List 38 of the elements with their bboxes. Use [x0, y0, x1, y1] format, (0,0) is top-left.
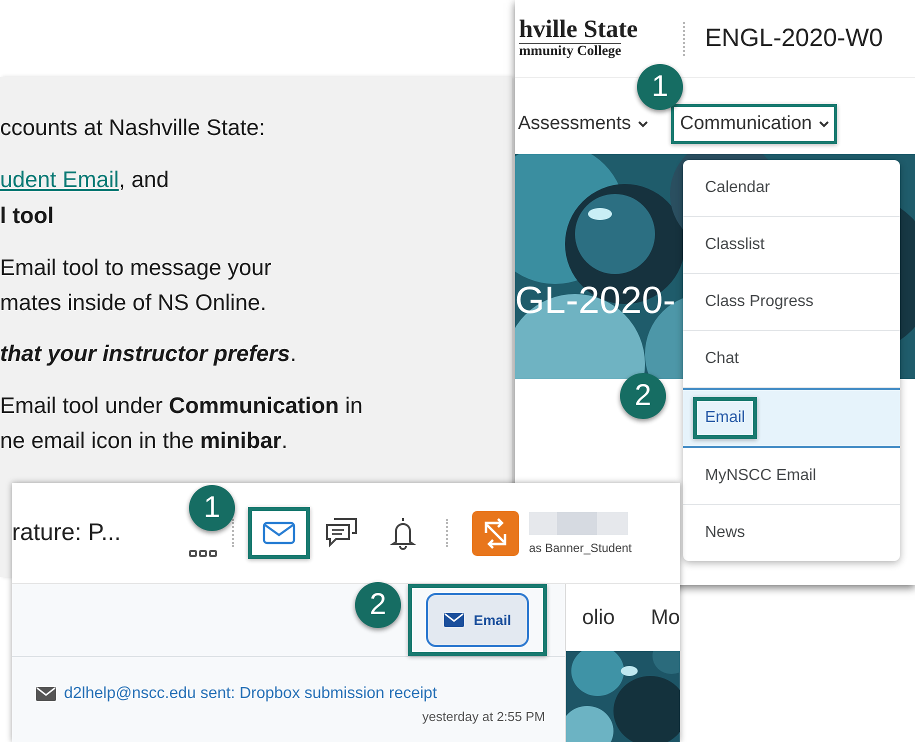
student-email-link[interactable]: udent Email	[0, 167, 119, 192]
course-title: rature: P...	[12, 519, 122, 547]
nav-tab[interactable]: Mo	[650, 606, 680, 630]
instruction-text: ccounts at Nashville State:	[0, 114, 266, 142]
menu-item[interactable]: Class Progress	[683, 274, 900, 331]
notification-link[interactable]: d2lhelp@nscc.edu sent: Dropbox submission receipt	[64, 685, 437, 703]
instruction-text: ne email icon in the minibar.	[0, 427, 289, 455]
instruction-text: .	[290, 341, 296, 366]
envelope-icon	[36, 687, 56, 701]
nav-menu-item[interactable]: Assessments	[515, 113, 653, 135]
nav-tab[interactable]: olio	[582, 606, 615, 630]
grid-icon[interactable]	[188, 548, 218, 558]
notification-time: yesterday at 2:55 PM	[421, 709, 546, 724]
banner-title: GL-2020-	[515, 282, 676, 320]
instruction-text: l tool	[0, 202, 55, 230]
menu-item[interactable]: News	[683, 505, 900, 561]
instruction-emphasis: that your instructor prefers	[0, 341, 290, 366]
step-badge: 1	[189, 485, 235, 531]
chevron-icon	[818, 120, 830, 128]
instruction-text: Email tool under Communication in	[0, 392, 364, 420]
menu-item[interactable]: Email	[683, 388, 900, 448]
menu-item[interactable]: Classlist	[683, 217, 900, 274]
envelope-icon	[444, 613, 464, 627]
step-badge: 2	[620, 373, 666, 419]
instruction-text: mates inside of NS Online.	[0, 289, 268, 317]
email-button[interactable]: Email	[426, 593, 530, 647]
chevron-icon	[636, 120, 649, 128]
college-logo: hville State mmunity College	[518, 18, 639, 60]
user-role: as Banner_Student	[529, 540, 632, 554]
instruction-text: Email tool to message your	[0, 254, 272, 282]
instruction-text: , and	[118, 167, 169, 192]
nav-menu-item[interactable]: Communication	[670, 104, 837, 144]
course-title: ENGL-2020-W0	[705, 24, 883, 53]
menu-item[interactable]: Calendar	[683, 160, 900, 217]
menu-item[interactable]: MyNSCC Email	[683, 448, 900, 505]
mail-icon[interactable]	[248, 507, 310, 559]
step-badge: 1	[637, 64, 683, 110]
role-switch-icon[interactable]	[472, 510, 519, 556]
